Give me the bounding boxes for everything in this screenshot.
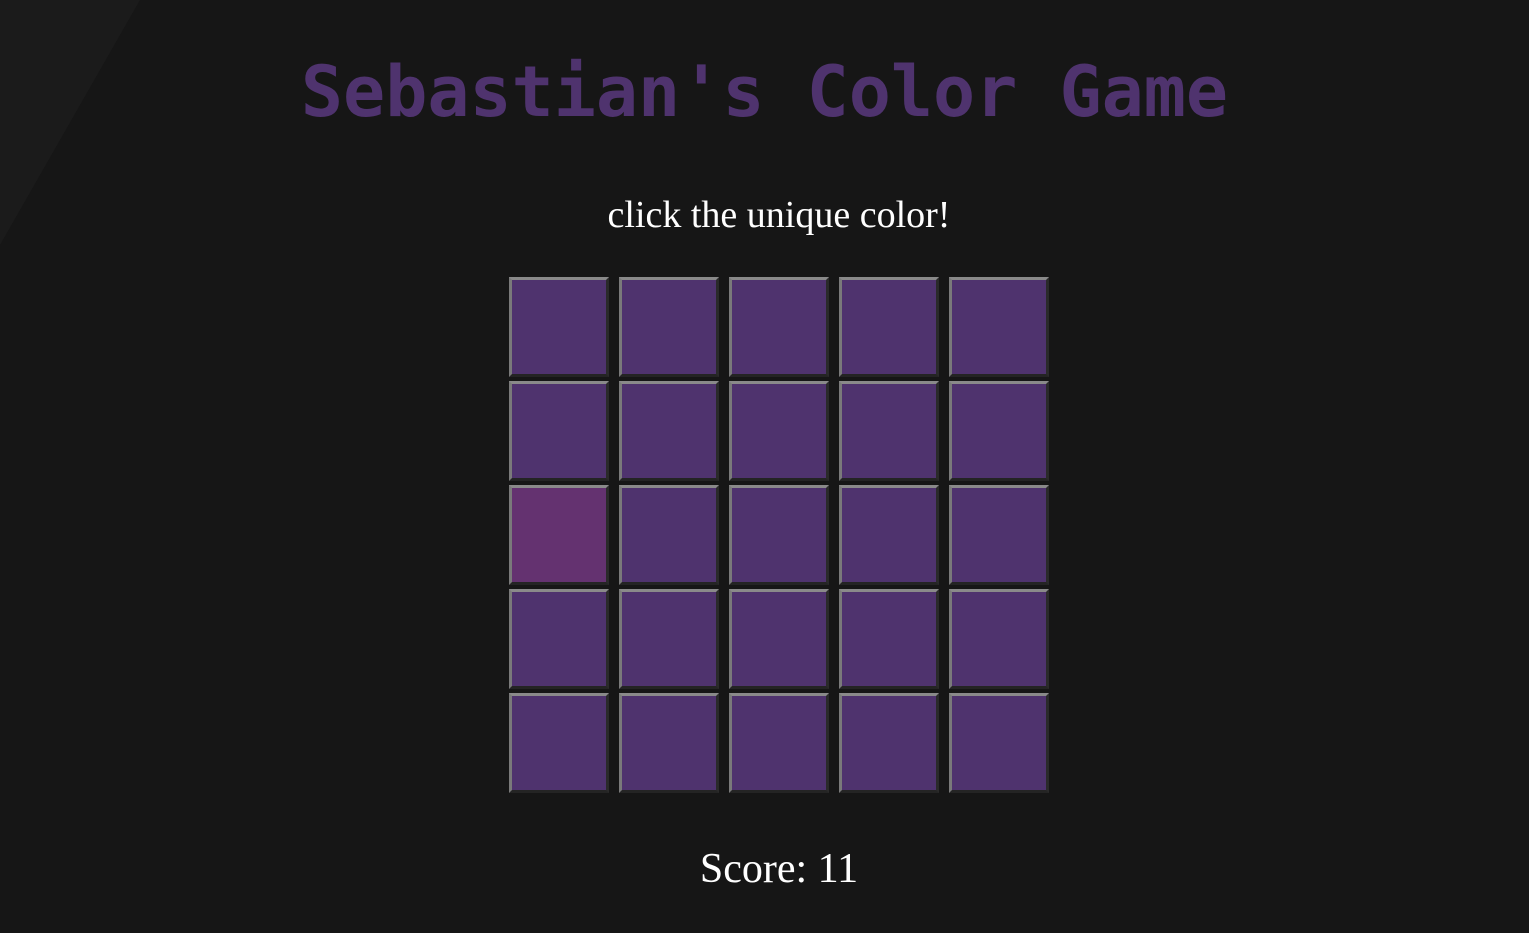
- color-tile[interactable]: [509, 693, 609, 793]
- color-tile[interactable]: [729, 381, 829, 481]
- color-tile[interactable]: [839, 693, 939, 793]
- color-tile-unique[interactable]: [509, 485, 609, 585]
- game-title: Sebastian's Color Game: [300, 51, 1229, 133]
- color-tile[interactable]: [729, 589, 829, 689]
- color-tile[interactable]: [949, 277, 1049, 377]
- color-tile-grid: [509, 277, 1053, 797]
- color-tile[interactable]: [729, 693, 829, 793]
- color-tile[interactable]: [839, 485, 939, 585]
- color-tile[interactable]: [509, 277, 609, 377]
- instruction-text: click the unique color!: [607, 194, 951, 236]
- color-tile[interactable]: [729, 277, 829, 377]
- color-tile[interactable]: [619, 693, 719, 793]
- color-tile[interactable]: [949, 693, 1049, 793]
- color-tile[interactable]: [949, 381, 1049, 481]
- color-tile[interactable]: [949, 485, 1049, 585]
- color-tile[interactable]: [839, 277, 939, 377]
- color-tile[interactable]: [619, 277, 719, 377]
- color-tile[interactable]: [509, 589, 609, 689]
- color-tile[interactable]: [949, 589, 1049, 689]
- color-tile[interactable]: [839, 589, 939, 689]
- color-tile[interactable]: [839, 381, 939, 481]
- color-tile[interactable]: [509, 381, 609, 481]
- color-tile[interactable]: [619, 381, 719, 481]
- score-display: Score: 11: [699, 846, 859, 892]
- color-tile[interactable]: [619, 589, 719, 689]
- color-tile[interactable]: [729, 485, 829, 585]
- color-tile[interactable]: [619, 485, 719, 585]
